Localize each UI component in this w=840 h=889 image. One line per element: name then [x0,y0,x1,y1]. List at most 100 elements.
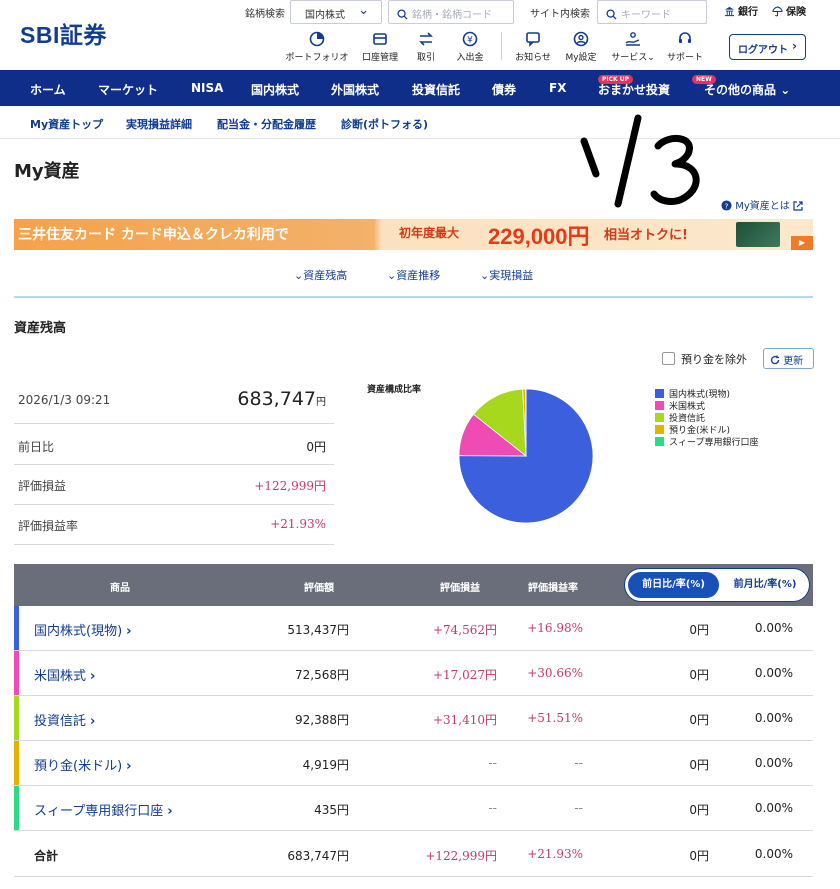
insurance-link[interactable]: 保険 [772,3,806,18]
cell-gain: +31,410円 [432,713,497,727]
mysettings-button[interactable]: My設定 [561,31,601,63]
cell-day-change: 0円 [689,713,709,727]
chevron-down-icon: ⌄ [358,3,369,18]
pickup-badge: PICK UP [598,75,634,84]
support-button[interactable]: サポート [664,31,706,63]
table-row: 国内株式(現物) › 513,437円 +74,562円 +16.98% 0円 0.00% [14,606,813,651]
svg-text:?: ? [725,201,729,210]
subnav-realized-pl[interactable]: 実現損益詳細 [126,116,192,132]
col-header-rate: 評価損益率 [528,583,578,594]
play-icon: ▶ [791,236,813,250]
category-color-bar [14,651,19,695]
chevron-down-icon: ⌄ [776,83,791,97]
legend-item: 国内株式(現物) [655,389,758,401]
chevron-right-icon: › [126,624,132,639]
market-select-value: 国内株式 [305,10,345,21]
logout-button[interactable]: ログアウト › [729,34,806,60]
cell-gain: +17,027円 [432,668,497,682]
subnav-dividend-history[interactable]: 配当金・分配金履歴 [217,116,316,132]
nav-bonds[interactable]: 債券 [492,81,516,98]
nav-mutual-funds[interactable]: 投資信託 [412,81,460,98]
exclude-deposit-checkbox[interactable]: 預り金を除外 [662,351,747,367]
legend-swatch [655,389,664,398]
my-assets-help-link[interactable]: ? My資産とは [721,197,803,212]
notice-button[interactable]: お知らせ [512,31,554,63]
section-divider [14,296,813,298]
nav-fx[interactable]: FX [549,81,566,95]
handwritten-annotation [580,114,700,208]
mysettings-icon [573,31,589,47]
banner-text-first-year: 初年度最大 [399,226,460,240]
anchor-asset-trend[interactable]: ⌄資産推移 [387,267,440,283]
category-color-bar [14,606,19,650]
insurance-icon [772,6,783,17]
product-link[interactable]: スィープ専用銀行口座 › [34,800,173,819]
cell-day-change: 0円 [689,758,709,772]
chevron-down-icon: ⌄ [480,269,490,282]
support-icon [679,32,691,43]
trade-button[interactable]: 取引 [408,31,444,63]
toggle-month-over-month[interactable]: 前月比/率(%) [722,572,808,598]
cell-rate: +51.51% [527,711,583,725]
toggle-day-over-day[interactable]: 前日比/率(%) [628,572,719,598]
nav-other-products[interactable]: NEW その他の商品 ⌄ [692,75,791,98]
portfolio-button[interactable]: ポートフォリオ [283,31,351,63]
cell-day-rate: 0.00% [754,756,793,770]
product-link[interactable]: 米国株式 › [34,665,95,684]
product-link[interactable]: 国内株式(現物) › [34,620,132,639]
col-header-product: 商品 [110,583,130,594]
cell-gain: -- [488,801,497,815]
checkbox[interactable] [662,352,675,365]
notice-icon [526,32,540,47]
refresh-button[interactable]: 更新 [763,348,814,369]
pie-legend: 国内株式(現物) 米国株式 投資信託 預り金(米ドル) スィープ専用銀行口座 [655,389,758,449]
table-row: 米国株式 › 72,568円 +17,027円 +30.66% 0円 0.00% [14,651,813,696]
cell-rate: +16.98% [527,621,583,635]
summary-datetime: 2026/1/3 09:21 [18,393,111,407]
brand-search-input[interactable]: 銘柄・銘柄コード [388,0,514,24]
legend-item: 預り金(米ドル) [655,425,758,437]
subnav-my-assets-top[interactable]: My資産トップ [30,116,103,132]
product-link[interactable]: 投資信託 › [34,710,95,729]
service-icon [625,32,640,46]
cell-value: 435円 [314,803,349,817]
total-gain: +122,999円 [425,849,497,863]
cell-gain: -- [488,756,497,770]
summary-row: 評価損益 +122,999円 [14,465,334,505]
site-search-input[interactable]: キーワード [597,0,707,24]
page-title: My資産 [14,161,80,182]
site-search-label: サイト内検索 [530,9,590,20]
promo-banner[interactable]: 三井住友カード カード申込＆クレカ利用で 初年度最大 229,000円 相当オト… [14,219,813,250]
service-button[interactable]: サービス⌄ [605,31,661,63]
nav-home[interactable]: ホーム [30,81,66,98]
nav-market[interactable]: マーケット [98,81,158,98]
nav-robo-advisor[interactable]: PICK UP おまかせ投資 [598,75,670,98]
deposit-button[interactable]: ¥ 入出金 [450,31,490,63]
anchor-realized-pl[interactable]: ⌄実現損益 [480,267,533,283]
cell-day-rate: 0.00% [754,711,793,725]
summary-total-row: 2026/1/3 09:21 683,747円 [14,376,334,424]
sbi-logo[interactable]: SBI証券 [20,16,107,50]
help-icon: ? [721,200,732,211]
section-title-asset-balance: 資産残高 [14,321,67,336]
cell-day-change: 0円 [689,803,709,817]
account-button[interactable]: 口座管理 [357,31,403,63]
new-badge: NEW [692,75,716,84]
subnav-diagnosis[interactable]: 診断(ポトフォる) [341,116,428,132]
period-toggle: 前日比/率(%) 前月比/率(%) [624,568,810,602]
cell-day-rate: 0.00% [754,801,793,815]
market-select[interactable]: 国内株式 ⌄ [290,0,382,24]
nav-foreign-stocks[interactable]: 外国株式 [331,81,379,98]
nav-nisa[interactable]: NISA [191,81,223,95]
brand-search-label: 銘柄検索 [245,9,285,20]
product-link[interactable]: 預り金(米ドル) › [34,755,132,774]
brand-search-placeholder: 銘柄・銘柄コード [412,10,492,21]
cell-rate: +30.66% [527,666,583,680]
bank-link[interactable]: 銀行 [724,3,758,18]
table-total-row: 合計 683,747円 +122,999円 +21.93% 0円 0.00% [14,832,813,877]
chevron-right-icon: › [90,714,96,729]
anchor-asset-balance[interactable]: ⌄資産残高 [294,267,347,283]
nav-domestic-stocks[interactable]: 国内株式 [251,81,299,98]
refresh-icon [770,355,780,365]
header-separator [501,32,502,60]
